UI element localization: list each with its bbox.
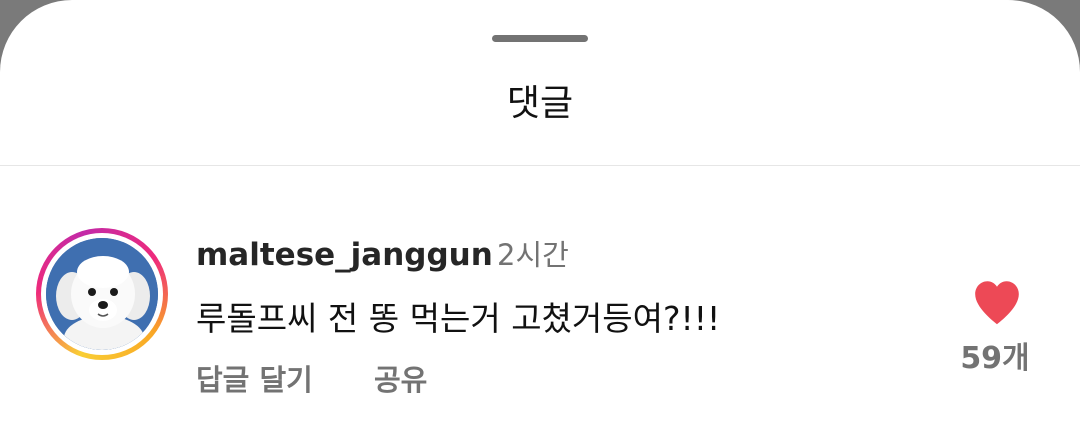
maltese-dog-icon: [46, 238, 158, 350]
heart-filled-icon[interactable]: [970, 278, 1024, 326]
divider: [0, 165, 1080, 166]
like-count: 59개: [960, 341, 1030, 376]
reply-button[interactable]: 답글 달기: [196, 360, 313, 400]
comments-sheet: 댓글 maltese_janggun 2시간 루돌프씨 전 똥 먹는거 고쳤거등…: [0, 0, 1080, 446]
share-button[interactable]: 공유: [374, 360, 427, 400]
story-ring[interactable]: [36, 228, 168, 360]
comment-timestamp: 2시간: [497, 238, 569, 272]
comment-text: 루돌프씨 전 똥 먹는거 고쳤거등여?!!!: [196, 299, 721, 338]
avatar[interactable]: [46, 238, 158, 350]
drag-handle[interactable]: [492, 35, 588, 42]
sheet-title: 댓글: [506, 83, 574, 124]
comment-username[interactable]: maltese_janggun: [196, 235, 493, 275]
